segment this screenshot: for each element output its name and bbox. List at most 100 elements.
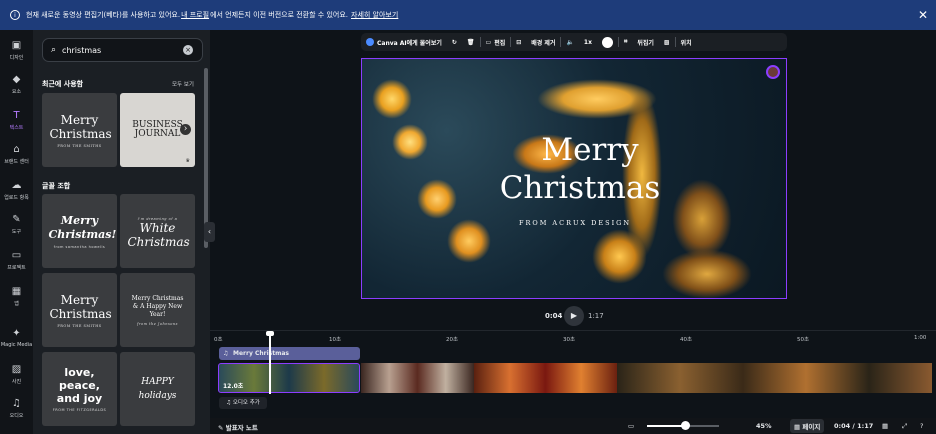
panel-scrollbar[interactable] bbox=[204, 68, 208, 248]
video-clip[interactable] bbox=[474, 363, 617, 393]
search-icon: ⌕ bbox=[51, 45, 57, 55]
clip-duration: 12.0초 bbox=[223, 383, 244, 390]
beta-notice-banner: i 현재 새로운 동영상 편집기(베타)를 사용하고 있어요. 내 프로필 에서… bbox=[0, 0, 936, 30]
volume-button[interactable]: 🔈 bbox=[561, 33, 578, 51]
sidebar-item-apps[interactable]: ▦ 앱 bbox=[0, 286, 33, 307]
play-icon: ▶ bbox=[570, 311, 578, 320]
banner-text: 현재 새로운 동영상 편집기(베타)를 사용하고 있어요. bbox=[26, 11, 181, 19]
sidebar-item-magic-media[interactable]: ✦ Magic Media bbox=[0, 328, 33, 348]
sidebar-item-brand[interactable]: ⌂ 브랜드 센터 bbox=[0, 144, 33, 165]
color-button[interactable] bbox=[597, 33, 618, 51]
tile-title: HAPPY holidays bbox=[138, 377, 177, 401]
canva-ai-button[interactable]: Canva AI에게 물어보기 bbox=[361, 33, 447, 51]
volume-icon: 🔈 bbox=[566, 38, 574, 46]
timeline-tick: 10초 bbox=[329, 337, 342, 343]
video-icon: ▭ bbox=[485, 38, 492, 46]
template-tile[interactable]: love, peace, and joy FROM THE FITZGERALD… bbox=[42, 352, 117, 426]
flip-button[interactable]: 뒤집기 bbox=[632, 33, 659, 51]
tile-title: BUSINESS JOURNAL bbox=[132, 120, 183, 139]
chevron-right-icon[interactable]: › bbox=[180, 124, 191, 135]
grid-icon[interactable]: ▦ bbox=[882, 422, 888, 430]
notes-icon: ✎ bbox=[218, 424, 226, 432]
profile-link[interactable]: 내 프로필 bbox=[181, 10, 209, 20]
add-audio-label: 오디오 추가 bbox=[232, 400, 260, 406]
design-canvas[interactable]: Merry Christmas FROM ACRUX DESIGN bbox=[361, 58, 787, 299]
sidebar-item-tools[interactable]: ✎ 도구 bbox=[0, 214, 33, 235]
bg-remove-button[interactable]: 배경 제거 bbox=[526, 33, 560, 51]
trash-icon: 🗑 bbox=[466, 38, 475, 46]
player-controls: 0:04 1:17 bbox=[0, 306, 936, 326]
sidebar-item-label: Magic Media bbox=[0, 342, 33, 348]
edit-button[interactable]: ▭ 편집 bbox=[481, 33, 511, 51]
canvas-title-line2[interactable]: Christmas bbox=[362, 170, 786, 206]
canvas-subtitle[interactable]: FROM ACRUX DESIGN bbox=[362, 219, 786, 227]
clear-search-icon[interactable]: × bbox=[183, 45, 193, 55]
sidebar-item-label: 도구 bbox=[11, 229, 22, 235]
sidebar-item-audio[interactable]: ♫ 오디오 bbox=[0, 398, 33, 419]
avatar[interactable] bbox=[766, 65, 780, 79]
delete-button[interactable]: 🗑 bbox=[462, 33, 480, 51]
template-tile[interactable]: BUSINESS JOURNAL › ♛ bbox=[120, 93, 195, 167]
template-tile[interactable]: Merry Christmas FROM THE SMITHS bbox=[42, 93, 117, 167]
screen-icon[interactable]: ▭ bbox=[628, 422, 634, 430]
zoom-value[interactable]: 45% bbox=[756, 422, 772, 430]
pages-button[interactable]: ▦ 페이지 bbox=[790, 419, 825, 433]
pencil-icon: ✎ bbox=[12, 214, 21, 225]
speed-button[interactable]: 1x bbox=[579, 33, 597, 51]
combo-section-title: 글꼴 조합 bbox=[42, 182, 71, 190]
tile-title: love, peace, and joy bbox=[56, 366, 103, 405]
sidebar-item-photos[interactable]: ▨ 사진 bbox=[0, 364, 33, 385]
learn-more-link[interactable]: 자세히 알아보기 bbox=[351, 10, 398, 20]
notes-label: 발표자 노트 bbox=[225, 424, 258, 432]
transparency-button[interactable]: ▩ bbox=[659, 33, 675, 51]
notes-button[interactable]: ✎ 발표자 노트 bbox=[218, 422, 258, 432]
split-icon: ⊟ bbox=[516, 38, 522, 46]
sidebar-item-projects[interactable]: ▭ 프로젝트 bbox=[0, 250, 33, 271]
bokeh-light bbox=[662, 249, 752, 298]
info-icon: i bbox=[10, 10, 20, 20]
sidebar-item-label: 업로드 항목 bbox=[4, 195, 29, 201]
brand-icon: ⌂ bbox=[13, 144, 20, 155]
sidebar-item-label: 사진 bbox=[11, 379, 22, 385]
playhead[interactable] bbox=[269, 332, 271, 394]
play-button[interactable]: ▶ bbox=[564, 306, 584, 326]
comment-button[interactable]: ↻ bbox=[447, 33, 462, 51]
timeline-tick: 20초 bbox=[446, 337, 459, 343]
video-clip[interactable] bbox=[361, 363, 474, 393]
folder-icon: ▭ bbox=[11, 250, 22, 261]
sidebar-item-text[interactable]: T 텍스트 bbox=[0, 110, 33, 131]
design-icon: ▣ bbox=[11, 40, 22, 51]
help-icon[interactable]: ? bbox=[920, 422, 923, 430]
template-tile[interactable]: Merry Christmas! from samantha howells bbox=[42, 194, 117, 268]
crop-button[interactable]: ⌗ bbox=[619, 33, 632, 51]
sidebar-item-label: 텍스트 bbox=[9, 125, 24, 131]
timeline-tick: 40초 bbox=[680, 337, 693, 343]
total-time: 1:17 bbox=[588, 312, 604, 320]
fullscreen-icon[interactable]: ⤢ bbox=[902, 422, 907, 431]
recent-section-title: 최근에 사용함 bbox=[42, 80, 84, 88]
text-panel: ⌕ christmas × 최근에 사용함 모두 보기 Merry Christ… bbox=[33, 30, 210, 434]
audio-track[interactable]: ♫ Merry Christmas bbox=[219, 347, 360, 360]
see-all-link[interactable]: 모두 보기 bbox=[172, 80, 194, 88]
sidebar-item-elements[interactable]: ◆ 요소 bbox=[0, 74, 33, 95]
tile-title: White Christmas bbox=[127, 220, 190, 249]
close-icon[interactable]: ✕ bbox=[918, 8, 928, 22]
split-button[interactable]: ⊟ bbox=[511, 33, 526, 51]
canvas-title-line1[interactable]: Merry bbox=[362, 132, 786, 168]
bokeh-light bbox=[372, 79, 412, 119]
music-icon: ♫ bbox=[226, 400, 233, 406]
collapse-panel-button[interactable]: ‹ bbox=[204, 222, 215, 242]
video-clip-selected[interactable]: 12.0초 bbox=[218, 363, 360, 393]
time-display: 0:04 / 1:17 bbox=[834, 422, 874, 430]
position-button[interactable]: 위치 bbox=[676, 33, 697, 51]
chevron-left-icon: ‹ bbox=[207, 227, 212, 236]
zoom-slider-handle[interactable] bbox=[681, 421, 690, 430]
template-tile[interactable]: I'm dreaming of a White Christmas bbox=[120, 194, 195, 268]
video-clip[interactable] bbox=[617, 363, 932, 393]
add-audio-button[interactable]: ♫ 오디오 추가 bbox=[219, 397, 267, 409]
template-tile[interactable]: HAPPY holidays bbox=[120, 352, 195, 426]
sidebar-item-uploads[interactable]: ☁ 업로드 항목 bbox=[0, 180, 33, 201]
context-toolbar: Canva AI에게 물어보기 ↻ 🗑 ▭ 편집 ⊟ 배경 제거 🔈 1x ⌗ 뒤… bbox=[361, 33, 787, 51]
search-input[interactable]: ⌕ christmas × bbox=[42, 38, 203, 62]
sidebar-item-design[interactable]: ▣ 디자인 bbox=[0, 40, 33, 61]
